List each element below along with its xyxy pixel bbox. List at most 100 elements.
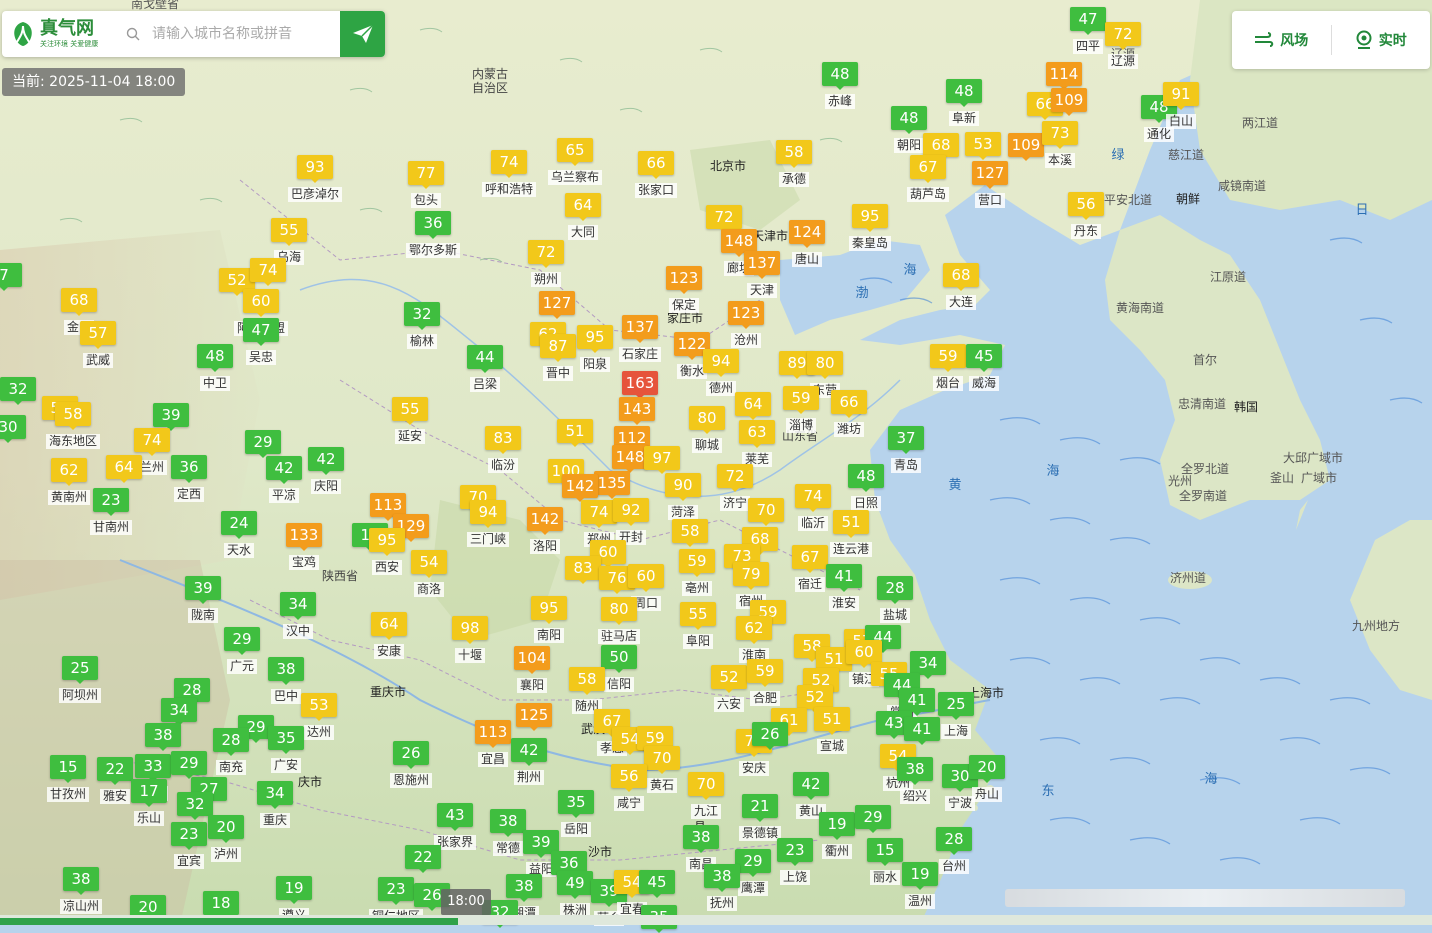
- aqi-marker[interactable]: 92 开封: [613, 498, 649, 545]
- aqi-marker[interactable]: 23 宜宾: [171, 822, 207, 869]
- timeline-marker[interactable]: 18:00: [441, 889, 491, 915]
- aqi-marker[interactable]: 64 安康: [371, 612, 407, 659]
- aqi-marker[interactable]: 98 十堰: [452, 616, 488, 663]
- realtime-toggle[interactable]: 实时: [1332, 11, 1431, 69]
- aqi-marker[interactable]: 135: [594, 471, 630, 499]
- aqi-marker[interactable]: 49 株洲: [557, 871, 593, 918]
- aqi-marker[interactable]: 51 连云港: [830, 510, 873, 557]
- aqi-marker[interactable]: 53: [965, 132, 1001, 160]
- aqi-marker[interactable]: 25 阿坝州: [59, 656, 102, 703]
- aqi-marker[interactable]: 72 朔州: [528, 240, 564, 287]
- aqi-marker[interactable]: 51: [557, 419, 593, 447]
- aqi-marker[interactable]: 83: [565, 556, 601, 584]
- aqi-marker[interactable]: 48 赤峰: [822, 62, 858, 109]
- aqi-marker[interactable]: 70: [748, 498, 784, 526]
- aqi-marker[interactable]: 34: [161, 698, 197, 726]
- aqi-marker[interactable]: 113 宜昌: [475, 720, 511, 767]
- aqi-marker[interactable]: 42 庆阳: [308, 447, 344, 494]
- aqi-marker[interactable]: 29 鹰潭: [735, 849, 771, 896]
- search-button[interactable]: [340, 11, 385, 57]
- aqi-marker[interactable]: 53 达州: [301, 693, 337, 740]
- aqi-marker[interactable]: 80 东营: [807, 351, 843, 398]
- aqi-marker[interactable]: 38 常德: [490, 809, 526, 856]
- aqi-marker[interactable]: 59 淄博: [783, 386, 819, 433]
- aqi-marker[interactable]: 35 广安: [268, 726, 304, 773]
- aqi-marker[interactable]: 38 凉山州: [60, 867, 103, 914]
- logo[interactable]: 真气网 关注环境 关爱健康: [2, 11, 114, 57]
- aqi-marker[interactable]: 7: [0, 263, 22, 291]
- search-input[interactable]: [150, 25, 334, 43]
- aqi-marker[interactable]: 38 绍兴: [897, 757, 933, 804]
- aqi-marker[interactable]: 38: [145, 723, 181, 751]
- aqi-marker[interactable]: 97: [644, 446, 680, 474]
- aqi-marker[interactable]: 109: [1051, 88, 1087, 116]
- aqi-marker[interactable]: 48 阜新: [946, 79, 982, 126]
- aqi-marker[interactable]: 32: [0, 377, 36, 405]
- aqi-marker[interactable]: 70 黄石: [644, 746, 680, 793]
- aqi-marker[interactable]: 38 南昌: [683, 825, 719, 872]
- timeline-track[interactable]: [0, 915, 1432, 925]
- aqi-marker[interactable]: 90 菏泽: [665, 473, 701, 520]
- aqi-marker[interactable]: 127: [539, 291, 575, 319]
- aqi-marker[interactable]: 17 乐山: [131, 779, 167, 826]
- aqi-marker[interactable]: 64 大同: [565, 193, 601, 240]
- aqi-marker[interactable]: 39: [153, 403, 189, 431]
- aqi-marker[interactable]: 114: [1046, 62, 1082, 90]
- aqi-marker[interactable]: 95 南阳: [531, 596, 567, 643]
- aqi-marker[interactable]: 142 洛阳: [527, 507, 563, 554]
- aqi-marker[interactable]: 67 葫芦岛: [907, 155, 950, 202]
- aqi-marker[interactable]: 34 重庆: [257, 781, 293, 828]
- aqi-marker[interactable]: 74: [250, 258, 286, 286]
- aqi-marker[interactable]: 56 咸宁: [611, 764, 647, 811]
- aqi-marker[interactable]: 44 吕梁: [467, 345, 503, 392]
- aqi-marker[interactable]: 28 盐城: [877, 576, 913, 623]
- aqi-marker[interactable]: 20 泸州: [208, 815, 244, 862]
- aqi-marker[interactable]: 39 陇南: [185, 576, 221, 623]
- aqi-marker[interactable]: 19遵义: [276, 876, 312, 923]
- playback-strip[interactable]: [1005, 889, 1405, 907]
- aqi-marker[interactable]: 19 温州: [902, 862, 938, 909]
- aqi-marker[interactable]: 23铜仁地区: [369, 877, 424, 924]
- aqi-marker[interactable]: 30: [0, 415, 26, 443]
- aqi-marker[interactable]: 48 朝阳: [891, 106, 927, 153]
- aqi-marker[interactable]: 24 天水: [221, 511, 257, 558]
- aqi-marker[interactable]: 38 湘潭: [506, 874, 542, 921]
- aqi-marker[interactable]: 123 沧州: [728, 301, 764, 348]
- aqi-marker[interactable]: 59 合肥: [747, 659, 783, 706]
- aqi-marker[interactable]: 34 汉中: [280, 592, 316, 639]
- aqi-marker[interactable]: 32 榆林: [404, 302, 440, 349]
- aqi-marker[interactable]: 48 日照: [848, 464, 884, 511]
- aqi-marker[interactable]: 29: [245, 430, 281, 458]
- aqi-marker[interactable]: 59 烟台: [930, 344, 966, 391]
- aqi-marker[interactable]: 137 石家庄: [619, 315, 662, 362]
- aqi-marker[interactable]: 104 襄阳: [514, 646, 550, 693]
- aqi-marker[interactable]: 91 白山: [1163, 82, 1199, 129]
- aqi-marker[interactable]: 70 九江: [688, 772, 724, 819]
- aqi-marker[interactable]: 95 西安: [369, 528, 405, 575]
- aqi-marker[interactable]: 62 黄南州: [48, 458, 91, 505]
- aqi-marker[interactable]: 26 恩施州: [390, 741, 433, 788]
- aqi-marker[interactable]: 95 阳泉: [577, 325, 613, 372]
- wind-field-toggle[interactable]: 风场: [1232, 11, 1331, 69]
- aqi-marker[interactable]: 137 天津: [744, 251, 780, 298]
- aqi-marker[interactable]: 59 亳州: [679, 549, 715, 596]
- aqi-marker[interactable]: 125: [516, 703, 552, 731]
- aqi-marker[interactable]: 142: [562, 474, 598, 502]
- aqi-marker[interactable]: 74 呼和浩特: [482, 150, 537, 197]
- aqi-marker[interactable]: 23 上饶: [777, 838, 813, 885]
- aqi-marker[interactable]: 68 金昌: [61, 288, 97, 335]
- aqi-marker[interactable]: 51 宣城: [814, 707, 850, 754]
- aqi-marker[interactable]: 29: [171, 751, 207, 779]
- aqi-marker[interactable]: 36 定西: [171, 455, 207, 502]
- aqi-marker[interactable]: 133 宝鸡: [286, 523, 322, 570]
- aqi-marker[interactable]: 64: [735, 392, 771, 420]
- aqi-marker[interactable]: 41 淮安: [826, 564, 862, 611]
- aqi-marker[interactable]: 64: [106, 455, 142, 483]
- aqi-marker[interactable]: 22: [405, 845, 441, 873]
- aqi-marker[interactable]: 94 德州: [703, 349, 739, 396]
- aqi-marker[interactable]: 80 驻马店: [598, 597, 641, 644]
- aqi-marker[interactable]: 20 舟山: [969, 755, 1005, 802]
- aqi-marker[interactable]: 74 郑州: [581, 500, 617, 547]
- aqi-marker[interactable]: 60 周口: [628, 564, 664, 611]
- aqi-marker[interactable]: 58: [672, 519, 708, 547]
